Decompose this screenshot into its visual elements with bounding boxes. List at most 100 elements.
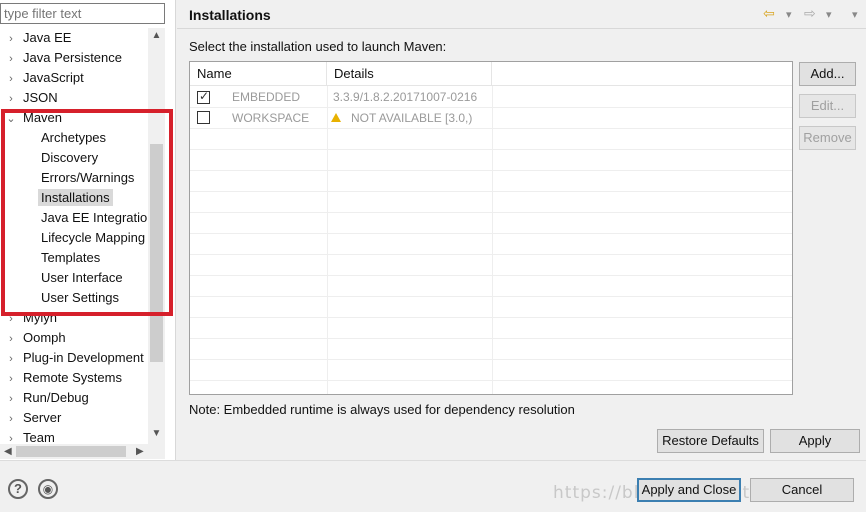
tree-item-java-persistence[interactable]: › Java Persistence: [0, 48, 125, 68]
scroll-down-icon[interactable]: ▼: [148, 428, 165, 439]
tree-vertical-scrollbar[interactable]: ▲ ▼: [148, 28, 165, 446]
row-divider: [190, 149, 792, 150]
tree-item-errors-warnings[interactable]: Errors/Warnings: [38, 168, 137, 188]
tree-item-user-interface[interactable]: User Interface: [38, 268, 126, 288]
embedded-checkbox[interactable]: [197, 89, 210, 104]
tree-horizontal-scrollbar[interactable]: ◀ ▶: [0, 444, 165, 459]
apply-button[interactable]: Apply: [770, 429, 860, 453]
installations-table[interactable]: Name Details EMBEDDED 3.3.9/1.8.2.201710…: [189, 61, 793, 395]
row-divider: [190, 233, 792, 234]
page-title: Installations: [189, 7, 271, 23]
scroll-left-icon[interactable]: ◀: [4, 444, 12, 459]
row-divider: [190, 296, 792, 297]
installation-details-wrapper: NOT AVAILABLE [3.0,): [331, 108, 472, 128]
installation-name: WORKSPACE: [232, 111, 310, 125]
scrollbar-thumb[interactable]: [150, 144, 163, 362]
tree-item-label: Lifecycle Mapping: [41, 230, 146, 245]
scroll-right-icon[interactable]: ▶: [136, 444, 144, 459]
tree-item-oomph[interactable]: › Oomph: [0, 328, 69, 348]
tree-item-installations[interactable]: Installations: [38, 188, 113, 208]
tree-item-label: User Settings: [41, 290, 120, 305]
chevron-right-icon[interactable]: ›: [2, 69, 20, 89]
row-divider: [190, 359, 792, 360]
cancel-button[interactable]: Cancel: [750, 478, 854, 502]
column-divider: [492, 86, 493, 394]
installation-details: NOT AVAILABLE [3.0,): [351, 111, 473, 125]
column-header-name[interactable]: Name: [190, 62, 327, 86]
chevron-right-icon[interactable]: ›: [2, 49, 20, 69]
tree-item-templates[interactable]: Templates: [38, 248, 103, 268]
record-macro-icon[interactable]: ◉: [38, 479, 58, 499]
remove-button[interactable]: Remove: [799, 126, 856, 150]
chevron-right-icon[interactable]: ›: [2, 329, 20, 349]
tree-item-label: Archetypes: [41, 130, 107, 145]
tree-item-label: JSON: [23, 90, 58, 105]
apply-and-close-button[interactable]: Apply and Close: [637, 478, 741, 502]
scroll-up-icon[interactable]: ▲: [148, 30, 165, 41]
preferences-tree: › Java EE › Java Persistence › JavaScript ›…: [0, 28, 148, 446]
warning-icon: [331, 113, 341, 122]
tree-item-java-ee[interactable]: › Java EE: [0, 28, 74, 48]
tree-item-label: Java EE Integration: [41, 210, 148, 225]
view-menu-icon[interactable]: ▾: [852, 8, 858, 21]
row-divider: [190, 254, 792, 255]
tree-item-label: Java Persistence: [23, 50, 122, 65]
column-header-details[interactable]: Details: [327, 62, 492, 86]
help-icon[interactable]: ?: [8, 479, 28, 499]
row-divider: [190, 191, 792, 192]
column-divider: [327, 86, 328, 394]
tree-item-mylyn[interactable]: › Mylyn: [0, 308, 60, 328]
tree-item-label: User Interface: [41, 270, 123, 285]
add-button[interactable]: Add...: [799, 62, 856, 86]
row-divider: [190, 170, 792, 171]
embedded-runtime-note: Note: Embedded runtime is always used fo…: [189, 402, 575, 417]
filter-input[interactable]: [0, 3, 165, 24]
tree-item-maven[interactable]: ⌄ Maven: [0, 108, 65, 128]
tree-item-run-debug[interactable]: › Run/Debug: [0, 388, 92, 408]
tree-item-label: JavaScript: [23, 70, 84, 85]
tree-item-label: Installations: [38, 189, 113, 206]
row-divider: [190, 275, 792, 276]
row-divider: [190, 212, 792, 213]
table-header: Name Details: [190, 62, 792, 86]
installation-details: 3.3.9/1.8.2.20171007-0216: [333, 90, 478, 104]
tree-item-label: Oomph: [23, 330, 66, 345]
tree-item-remote-systems[interactable]: › Remote Systems: [0, 368, 125, 388]
tree-item-server[interactable]: › Server: [0, 408, 64, 428]
tree-item-label: Discovery: [41, 150, 99, 165]
workspace-checkbox[interactable]: [197, 111, 210, 124]
tree-item-label: Java EE: [23, 30, 72, 45]
tree-item-discovery[interactable]: Discovery: [38, 148, 101, 168]
tree-item-label: Errors/Warnings: [41, 170, 135, 185]
scrollbar-thumb[interactable]: [16, 446, 126, 457]
tree-item-lifecycle-mapping[interactable]: Lifecycle Mapping: [38, 228, 148, 248]
tree-item-user-settings[interactable]: User Settings: [38, 288, 122, 308]
tree-item-json[interactable]: › JSON: [0, 88, 61, 108]
chevron-right-icon[interactable]: ›: [2, 29, 20, 49]
chevron-right-icon[interactable]: ›: [2, 409, 20, 429]
back-dropdown-icon[interactable]: ▾: [786, 8, 792, 21]
tree-item-archetypes[interactable]: Archetypes: [38, 128, 109, 148]
back-arrow-icon[interactable]: ⇦: [763, 5, 775, 22]
tree-item-plugin-development[interactable]: › Plug-in Development: [0, 348, 147, 368]
chevron-down-icon[interactable]: ⌄: [2, 109, 20, 129]
restore-defaults-button[interactable]: Restore Defaults: [657, 429, 764, 453]
forward-arrow-icon[interactable]: ⇨: [804, 5, 816, 22]
tree-item-label: Run/Debug: [23, 390, 89, 405]
page-description: Select the installation used to launch M…: [189, 39, 447, 54]
tree-item-label: Server: [23, 410, 62, 425]
chevron-right-icon[interactable]: ›: [2, 309, 20, 329]
tree-item-label: Remote Systems: [23, 370, 122, 385]
tree-item-javascript[interactable]: › JavaScript: [0, 68, 87, 88]
chevron-right-icon[interactable]: ›: [2, 349, 20, 369]
preferences-tree-panel: ›Java EE ›Java Persistence ›JavaScript ›…: [0, 0, 176, 460]
edit-button[interactable]: Edit...: [799, 94, 856, 118]
chevron-right-icon[interactable]: ›: [2, 369, 20, 389]
chevron-right-icon[interactable]: ›: [2, 389, 20, 409]
chevron-right-icon[interactable]: ›: [2, 89, 20, 109]
forward-dropdown-icon[interactable]: ▾: [826, 8, 832, 21]
tree-item-java-ee-integration[interactable]: Java EE Integration: [38, 208, 148, 228]
row-divider: [190, 128, 792, 129]
tree-item-label: Maven: [23, 110, 63, 125]
row-divider: [190, 338, 792, 339]
